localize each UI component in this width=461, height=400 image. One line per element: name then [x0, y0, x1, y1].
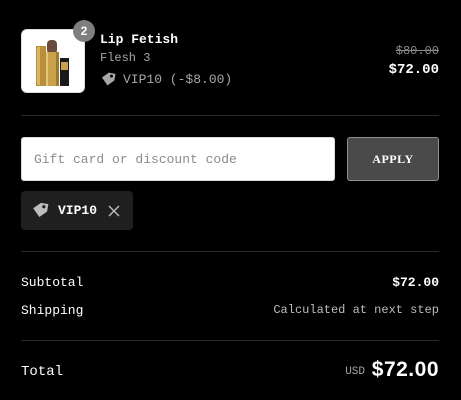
total-label: Total: [21, 364, 64, 380]
divider: [21, 340, 439, 341]
product-thumbnail: 2: [21, 20, 95, 93]
line-discount-label: VIP10 (-$8.00): [123, 72, 233, 87]
applied-discount-code: VIP10: [58, 203, 98, 218]
applied-discount-tag: VIP10: [21, 191, 133, 230]
original-price: $80.00: [395, 44, 439, 58]
line-price: $72.00: [388, 62, 439, 78]
line-discount: VIP10 (-$8.00): [100, 71, 232, 88]
divider: [21, 251, 439, 252]
quantity-badge: 2: [73, 20, 95, 42]
divider: [21, 115, 439, 116]
shipping-value: Calculated at next step: [273, 303, 439, 317]
total-currency: USD: [345, 366, 365, 378]
product-name: Lip Fetish: [100, 32, 179, 47]
apply-button[interactable]: APPLY: [347, 137, 439, 181]
shipping-label: Shipping: [21, 303, 84, 318]
subtotal-label: Subtotal: [21, 275, 84, 290]
line-item: 2 Lip Fetish Flesh 3 VIP10 (-$8.00) $80.…: [21, 20, 439, 93]
close-icon[interactable]: [108, 205, 120, 217]
subtotal-value: $72.00: [392, 275, 439, 290]
discount-code-input[interactable]: [21, 137, 335, 181]
tag-icon: [101, 72, 116, 86]
product-variant: Flesh 3: [100, 51, 151, 65]
tag-icon: [33, 202, 49, 218]
total-value: $72.00: [371, 358, 439, 381]
